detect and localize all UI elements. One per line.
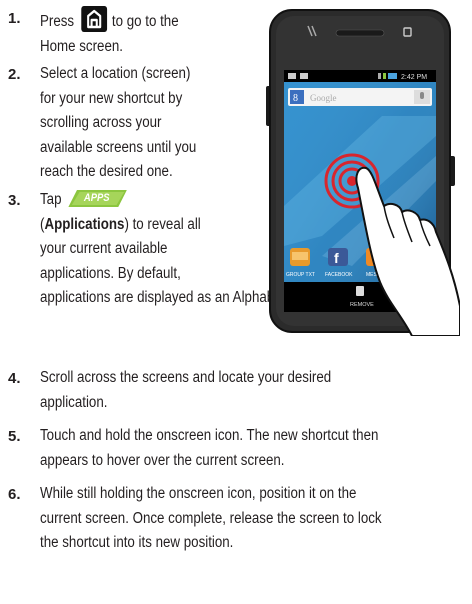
apps-tab-label: APPS bbox=[83, 192, 110, 204]
step-5-line-1: Touch and hold the onscreen icon. The ne… bbox=[40, 427, 379, 444]
svg-text:f: f bbox=[334, 250, 339, 266]
step-6-line-1: While still holding the onscreen icon, p… bbox=[40, 485, 357, 502]
step-3-line-3: your current available bbox=[40, 240, 168, 257]
step-4-line-2: application. bbox=[40, 393, 108, 411]
step-2-line-5: reach the desired one. bbox=[40, 163, 173, 180]
step-text: Press to go to the Home screen. bbox=[40, 6, 264, 59]
remove-label: REMOVE bbox=[350, 302, 374, 308]
status-time: 2:42 PM bbox=[401, 74, 427, 81]
step-3-applications-bold: Applications bbox=[44, 215, 125, 233]
step-text: While still holding the onscreen icon, p… bbox=[40, 482, 470, 556]
step-text: Touch and hold the onscreen icon. The ne… bbox=[40, 424, 470, 473]
step-3-text-before: Tap bbox=[40, 191, 62, 208]
step-2-line-4: available screens until you bbox=[40, 138, 197, 156]
home-key-icon bbox=[80, 6, 107, 32]
dock-app-label: GROUP TXT bbox=[286, 272, 315, 278]
step-number: 3. bbox=[8, 192, 21, 209]
step-number: 4. bbox=[8, 370, 21, 387]
step-1-line-2: Home screen. bbox=[40, 37, 123, 55]
step-2-line-3: scrolling across your bbox=[40, 114, 162, 131]
step-number: 5. bbox=[8, 428, 21, 445]
step-2-line-2: for your new shortcut by bbox=[40, 89, 183, 107]
step-3-line-2-rest: ) to reveal all bbox=[124, 215, 201, 233]
step-6-line-2: current screen. Once complete, release t… bbox=[40, 509, 382, 527]
step-text: Scroll across the screens and locate you… bbox=[40, 366, 470, 415]
apps-tab-icon: APPS bbox=[68, 190, 127, 207]
phone-illustration: 2:42 PM 8 Google f GROUP TXT FACEBOOK ME… bbox=[262, 6, 461, 337]
step-text: Select a location (screen) for your new … bbox=[40, 62, 264, 185]
dock-app-label: FACEBOOK bbox=[325, 272, 353, 278]
step-number: 1. bbox=[8, 10, 21, 27]
step-3-line-4: applications. By default, bbox=[40, 264, 181, 282]
step-number: 6. bbox=[8, 486, 21, 503]
step-1-text-after: to go to the bbox=[111, 13, 179, 30]
search-placeholder: Google bbox=[310, 93, 337, 103]
step-6-line-3: the shortcut into its new position. bbox=[40, 534, 234, 551]
step-2-line-1: Select a location (screen) bbox=[40, 65, 191, 82]
step-1-text-before: Press bbox=[40, 13, 75, 30]
step-number: 2. bbox=[8, 66, 21, 83]
step-4-line-1: Scroll across the screens and locate you… bbox=[40, 369, 332, 386]
step-5-line-2: appears to hover over the current screen… bbox=[40, 451, 285, 469]
svg-text:8: 8 bbox=[293, 93, 298, 104]
